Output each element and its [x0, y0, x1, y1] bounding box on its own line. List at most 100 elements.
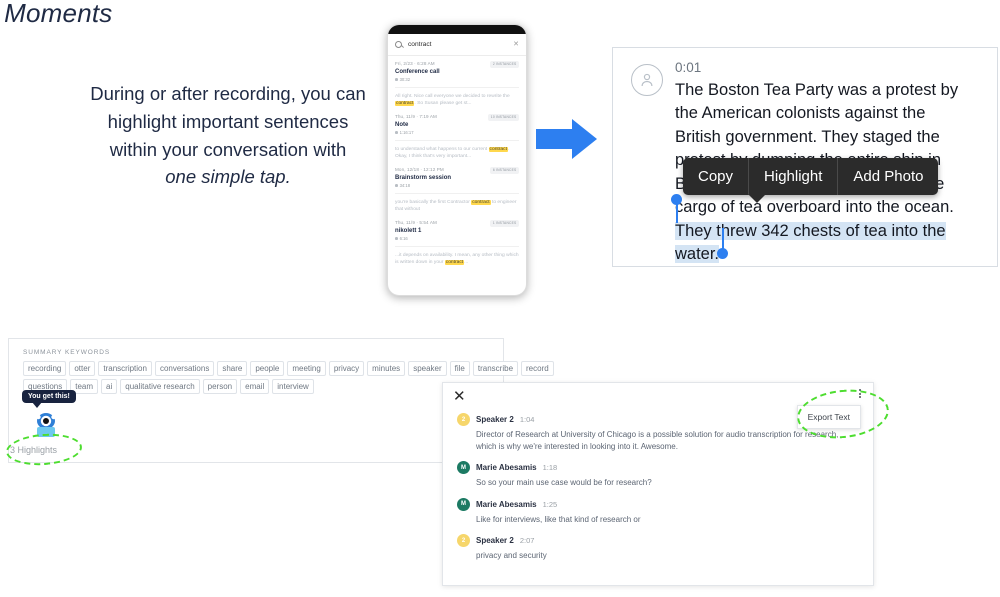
- list-item[interactable]: Mon, 12/18 · 12:12 PM 6 INSTANCES Brains…: [395, 167, 519, 213]
- body-line-1: During or after recording, you can: [90, 83, 366, 104]
- result-snippet: All right. Nice call everyone we decided…: [395, 86, 519, 107]
- keyword-chip[interactable]: ai: [101, 379, 118, 394]
- body-line-3: within your conversation with: [109, 138, 347, 160]
- phone-mockup: contract ✕ Fri, 2/23 · 6:28 AM 2 INSTANC…: [387, 24, 527, 296]
- keyword-chip[interactable]: person: [202, 379, 238, 394]
- segment-text[interactable]: So so your main use case would be for re…: [476, 477, 859, 489]
- segment-text[interactable]: Like for interviews, like that kind of r…: [476, 514, 859, 526]
- slide-body-copy: During or after recording, you can highl…: [58, 80, 398, 191]
- keyword-chip[interactable]: otter: [69, 361, 96, 376]
- list-item[interactable]: Thu, 11/9 · 5:54 AM 1 INSTANCES nikolett…: [395, 220, 519, 266]
- instances-badge: 10 INSTANCES: [488, 114, 519, 121]
- keyword-chip[interactable]: email: [240, 379, 270, 394]
- avatar: 2: [457, 534, 470, 548]
- list-item[interactable]: Thu, 11/9 · 7:19 AM 10 INSTANCES Note 1:…: [395, 114, 519, 160]
- duration-value: 6:16: [399, 235, 408, 241]
- keyword-chip[interactable]: file: [449, 361, 470, 376]
- search-icon: [395, 41, 402, 48]
- summary-keywords-label: SUMMARY KEYWORDS: [23, 349, 111, 356]
- speaker-name[interactable]: Speaker 2: [476, 415, 514, 424]
- result-snippet: to understand what happens to our curren…: [395, 139, 519, 160]
- keyword-chip[interactable]: conversations: [154, 361, 215, 376]
- keyword-chip[interactable]: speaker: [408, 361, 447, 376]
- snippet-highlight: contract: [471, 199, 491, 205]
- selection-end-handle[interactable]: [717, 248, 728, 259]
- keyword-chip[interactable]: qualitative research: [120, 379, 200, 394]
- transcript-segment: M Marie Abesamis 1:18 So so your main us…: [443, 461, 873, 489]
- summary-keywords-panel: SUMMARY KEYWORDS recording otter transcr…: [8, 338, 554, 463]
- segment-timestamp[interactable]: 2:07: [520, 536, 535, 545]
- snippet-highlight: contract: [395, 100, 415, 106]
- duration-value: 34:18: [399, 182, 411, 188]
- segment-text[interactable]: Director of Research at University of Ch…: [476, 429, 859, 452]
- phone-results-list[interactable]: Fri, 2/23 · 6:28 AM 2 INSTANCES Conferen…: [388, 56, 526, 266]
- segment-timestamp[interactable]: 1:04: [520, 415, 535, 424]
- duration-value: 1:16:17: [399, 129, 414, 135]
- selected-text-line-1: They threw 342 chests of tea into the: [675, 221, 946, 240]
- context-menu-pointer: [748, 194, 766, 203]
- result-date: Mon, 12/18 · 12:12 PM: [395, 167, 444, 172]
- transcript-card: 0:01 The Boston Tea Party was a protest …: [612, 47, 998, 267]
- result-title: Conference call: [395, 69, 440, 76]
- transcript-line-1: The Boston Tea Party was a protest by: [675, 81, 959, 99]
- keyword-chip[interactable]: record: [521, 361, 554, 376]
- keyword-chip[interactable]: privacy: [328, 361, 365, 376]
- clear-search-icon[interactable]: ✕: [513, 41, 519, 48]
- phone-status-bar: [388, 25, 526, 34]
- result-duration: 30:32: [395, 77, 519, 82]
- keyword-chip[interactable]: recording: [23, 361, 67, 376]
- keyword-chip[interactable]: share: [217, 361, 248, 376]
- search-input[interactable]: contract: [408, 41, 507, 48]
- result-snippet: you're basically the first Contractor co…: [395, 192, 519, 213]
- list-item[interactable]: Fri, 2/23 · 6:28 AM 2 INSTANCES Conferen…: [395, 61, 519, 107]
- speaker-name[interactable]: Marie Abesamis: [476, 463, 537, 472]
- snippet-highlight: contract: [444, 259, 465, 265]
- keyword-chip[interactable]: minutes: [367, 361, 406, 376]
- page-title: ant Moments: [0, 0, 113, 28]
- instances-badge: 2 INSTANCES: [490, 61, 519, 68]
- duration-dot-icon: [395, 183, 398, 187]
- duration-dot-icon: [395, 130, 398, 134]
- keyword-chip[interactable]: transcription: [98, 361, 152, 376]
- keyword-chip[interactable]: people: [250, 361, 285, 376]
- duration-dot-icon: [395, 77, 398, 81]
- transcript-line-2: the American colonists against the: [675, 104, 926, 123]
- transcript-line-6: cargo of tea overboard into the ocean.: [675, 198, 954, 217]
- result-duration: 34:18: [395, 183, 519, 188]
- selected-text-line-2: water.: [675, 244, 720, 263]
- result-duration: 6:16: [395, 236, 519, 241]
- avatar: 2: [457, 413, 470, 426]
- transcript-timestamp: 0:01: [675, 60, 702, 75]
- transcript-segment: M Marie Abesamis 1:25 Like for interview…: [443, 497, 873, 526]
- avatar: M: [457, 461, 470, 475]
- copy-button[interactable]: Copy: [683, 158, 748, 195]
- phone-search-bar[interactable]: contract ✕: [388, 34, 526, 56]
- result-title: Note: [395, 122, 409, 129]
- result-date: Thu, 11/9 · 5:54 AM: [395, 220, 437, 225]
- selection-start-handle[interactable]: [671, 194, 682, 205]
- body-line-2: highlight important sentences: [107, 110, 349, 132]
- segment-timestamp[interactable]: 1:18: [543, 463, 558, 472]
- speaker-name[interactable]: Speaker 2: [476, 536, 514, 545]
- result-date: Fri, 2/23 · 6:28 AM: [395, 61, 435, 66]
- keyword-chip[interactable]: transcribe: [472, 361, 519, 376]
- segment-text[interactable]: privacy and security: [476, 550, 859, 562]
- instances-badge: 6 INSTANCES: [490, 167, 519, 174]
- duration-dot-icon: [395, 236, 398, 240]
- text-selection-context-menu[interactable]: Copy Highlight Add Photo: [683, 158, 939, 195]
- instances-badge: 1 INSTANCES: [490, 220, 519, 227]
- snippet-pre: to understand what happens to our curren…: [395, 146, 489, 152]
- segment-timestamp[interactable]: 1:25: [543, 500, 558, 509]
- result-snippet: ...it depends on availability. I mean, a…: [395, 245, 519, 266]
- transcript-line-3: British government. They staged the: [675, 127, 940, 146]
- keyword-chip[interactable]: meeting: [287, 361, 326, 376]
- body-emphasis: one simple tap.: [165, 166, 291, 188]
- snippet-post: ...: [464, 259, 469, 265]
- add-photo-button[interactable]: Add Photo: [837, 158, 938, 195]
- keyword-chip[interactable]: interview: [272, 379, 314, 394]
- highlight-button[interactable]: Highlight: [748, 158, 837, 195]
- keyword-rows: recording otter transcription conversati…: [23, 361, 554, 394]
- close-icon[interactable]: ✕: [453, 389, 466, 404]
- speaker-name[interactable]: Marie Abesamis: [476, 500, 537, 509]
- duration-value: 30:32: [399, 76, 411, 82]
